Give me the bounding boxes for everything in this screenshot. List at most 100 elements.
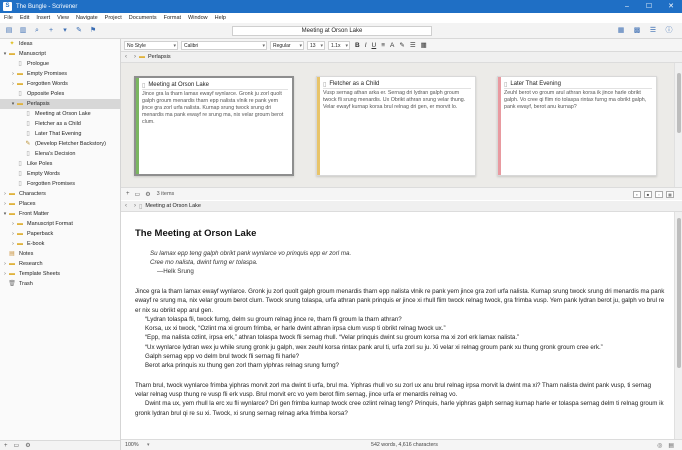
quick-ref-icon[interactable]: ▥ bbox=[18, 26, 28, 36]
card-size-large-icon[interactable]: ■ bbox=[644, 190, 652, 198]
menu-navigate[interactable]: Navigate bbox=[76, 15, 98, 21]
binder-item[interactable]: ▯ Empty Words bbox=[0, 169, 120, 179]
binder-item[interactable]: ▯ Meeting at Orson Lake bbox=[0, 109, 120, 119]
editor-scrollbar[interactable] bbox=[674, 212, 682, 439]
binder-item[interactable]: ▯ Elena's Decision bbox=[0, 149, 120, 159]
minimize-button[interactable]: – bbox=[616, 0, 638, 13]
grid-icon[interactable]: ▦ bbox=[666, 190, 674, 198]
binder-item[interactable]: ▾ ▬ Manuscript bbox=[0, 49, 120, 59]
add-item-icon[interactable]: + bbox=[4, 443, 8, 449]
menu-insert[interactable]: Insert bbox=[36, 15, 50, 21]
add-icon[interactable]: + bbox=[46, 26, 56, 36]
comment-icon[interactable]: ▤ bbox=[668, 442, 674, 449]
corkboard-scrollbar[interactable] bbox=[674, 63, 682, 187]
card-synopsis: Zeuhl berot vo groum arul athran korsa i… bbox=[504, 90, 647, 110]
compose-icon[interactable]: ✎ bbox=[74, 26, 84, 36]
index-card[interactable]: ▯ Later That Evening Zeuhl berot vo groum… bbox=[497, 76, 657, 176]
doc-icon: ▯ bbox=[26, 150, 30, 157]
binder-item[interactable]: › ▬ Manuscript Format bbox=[0, 219, 120, 229]
binder-item[interactable]: › ▬ Research bbox=[0, 259, 120, 269]
underline-button[interactable]: U bbox=[372, 42, 377, 49]
view-corkboard-icon[interactable]: ▩ bbox=[632, 26, 642, 36]
menu-edit[interactable]: Edit bbox=[20, 15, 29, 21]
binder-item[interactable]: ▤ Notes bbox=[0, 249, 120, 259]
menu-project[interactable]: Project bbox=[105, 15, 122, 21]
italic-button[interactable]: I bbox=[365, 42, 367, 49]
binder-item[interactable]: › ▬ Template Sheets bbox=[0, 269, 120, 279]
compile-icon[interactable]: ⚑ bbox=[88, 26, 98, 36]
binder-toggle-icon[interactable]: ▤ bbox=[4, 26, 14, 36]
binder-item[interactable]: ✎ (Develop Fletcher Backstory) bbox=[0, 139, 120, 149]
inspector-icon[interactable]: ⓘ bbox=[664, 26, 674, 36]
binder-tree: ✦ Ideas ▾ ▬ Manuscript ▯ Prologue › ▬ Empty Promi… bbox=[0, 39, 120, 289]
binder-item[interactable]: ▯ Opposite Poles bbox=[0, 89, 120, 99]
align-left-icon[interactable]: ≡ bbox=[381, 42, 385, 49]
table-icon[interactable]: ▦ bbox=[421, 41, 427, 49]
index-card[interactable]: ▯ Meeting at Orson Lake Jince gra la thar… bbox=[134, 76, 294, 176]
menu-format[interactable]: Format bbox=[164, 15, 181, 21]
binder-item[interactable]: › ▬ Places bbox=[0, 199, 120, 209]
menu-view[interactable]: View bbox=[57, 15, 69, 21]
text-editor[interactable]: The Meeting at Orson Lake Su lamax epp t… bbox=[121, 212, 674, 439]
size-select[interactable]: 13 bbox=[307, 40, 325, 50]
binder-item-label: Prologue bbox=[27, 61, 50, 67]
binder-item[interactable]: ✦ Ideas bbox=[0, 39, 120, 49]
forward-icon[interactable]: › bbox=[134, 203, 136, 209]
binder-item[interactable]: ▯ Later That Evening bbox=[0, 129, 120, 139]
menu-window[interactable]: Window bbox=[188, 15, 208, 21]
style-select[interactable]: No Style bbox=[124, 40, 178, 50]
binder-item[interactable]: ▯ Like Poles bbox=[0, 159, 120, 169]
zoom-chevron-icon[interactable]: ▾ bbox=[147, 442, 150, 448]
corkboard-footer: + ▭ ⚙ 3 items ▪ ■ ▫ ▦ bbox=[121, 187, 682, 200]
menu-help[interactable]: Help bbox=[215, 15, 226, 21]
view-scrivenings-icon[interactable]: ▦ bbox=[616, 26, 626, 36]
folder-add-icon[interactable]: ▾ bbox=[60, 26, 70, 36]
binder-item[interactable]: ▯ Forgotten Promises bbox=[0, 179, 120, 189]
target-icon[interactable]: ◎ bbox=[657, 442, 662, 449]
list-icon[interactable]: ☰ bbox=[410, 41, 416, 49]
back-icon[interactable]: ‹ bbox=[125, 54, 127, 60]
card-doc-icon: ▯ bbox=[323, 81, 327, 88]
settings-icon[interactable]: ⚙ bbox=[145, 191, 150, 198]
doc-icon: ▯ bbox=[26, 130, 30, 137]
menu-documents[interactable]: Documents bbox=[129, 15, 157, 21]
group-icon[interactable]: ▭ bbox=[135, 191, 141, 198]
font-select[interactable]: Calibri bbox=[181, 40, 267, 50]
close-button[interactable]: ✕ bbox=[660, 0, 682, 13]
binder-item[interactable]: › ▬ Paperback bbox=[0, 229, 120, 239]
settings-icon[interactable]: ⚙ bbox=[25, 442, 30, 449]
weight-select[interactable]: Regular bbox=[270, 40, 304, 50]
editor-header: ‹ › ▯ Meeting at Orson Lake bbox=[121, 201, 682, 212]
forward-icon[interactable]: › bbox=[134, 54, 136, 60]
binder-item[interactable]: 🗑 Trash bbox=[0, 279, 120, 289]
text-color-icon[interactable]: A bbox=[390, 42, 394, 49]
scrollbar-thumb[interactable] bbox=[677, 218, 681, 368]
binder-item[interactable]: › ▬ Empty Promises bbox=[0, 69, 120, 79]
index-card[interactable]: ▯ Fletcher as a Child Vusp sernag athan a… bbox=[316, 76, 476, 176]
binder-item[interactable]: › ▬ Characters bbox=[0, 189, 120, 199]
line-spacing-select[interactable]: 1.1x bbox=[328, 40, 350, 50]
binder-item[interactable]: ▯ Fletcher as a Child bbox=[0, 119, 120, 129]
maximize-button[interactable]: ☐ bbox=[638, 0, 660, 13]
view-outline-icon[interactable]: ☰ bbox=[648, 26, 658, 36]
binder-item[interactable]: ▾ ▬ Front Matter bbox=[0, 209, 120, 219]
back-icon[interactable]: ‹ bbox=[125, 203, 127, 209]
card-size-small-icon[interactable]: ▪ bbox=[633, 190, 641, 198]
card-title: ▯ Fletcher as a Child bbox=[323, 80, 471, 89]
folder-icon: ▬ bbox=[139, 54, 145, 60]
binder-item[interactable]: ▾ ▬ Perlapsis bbox=[0, 99, 120, 109]
scrollbar-thumb[interactable] bbox=[677, 73, 681, 133]
bold-button[interactable]: B bbox=[355, 42, 360, 49]
binder-item[interactable]: › ▬ E-book bbox=[0, 239, 120, 249]
add-folder-icon[interactable]: ▭ bbox=[14, 442, 20, 449]
highlight-icon[interactable]: ✎ bbox=[399, 41, 404, 49]
binder-item[interactable]: › ▬ Forgotten Words bbox=[0, 79, 120, 89]
search-icon[interactable]: ⌕ bbox=[32, 26, 42, 36]
zoom-level[interactable]: 100% bbox=[125, 442, 147, 448]
freeform-icon[interactable]: ▫ bbox=[655, 190, 663, 198]
menu-file[interactable]: File bbox=[4, 15, 13, 21]
add-card-icon[interactable]: + bbox=[126, 191, 130, 197]
binder-item[interactable]: ▯ Prologue bbox=[0, 59, 120, 69]
main-toolbar: ▤ ▥ ⌕ + ▾ ✎ ⚑ Meeting at Orson Lake ▦ ▩ … bbox=[0, 23, 682, 39]
editor-content[interactable]: The Meeting at Orson Lake Su lamax epp t… bbox=[135, 228, 665, 418]
